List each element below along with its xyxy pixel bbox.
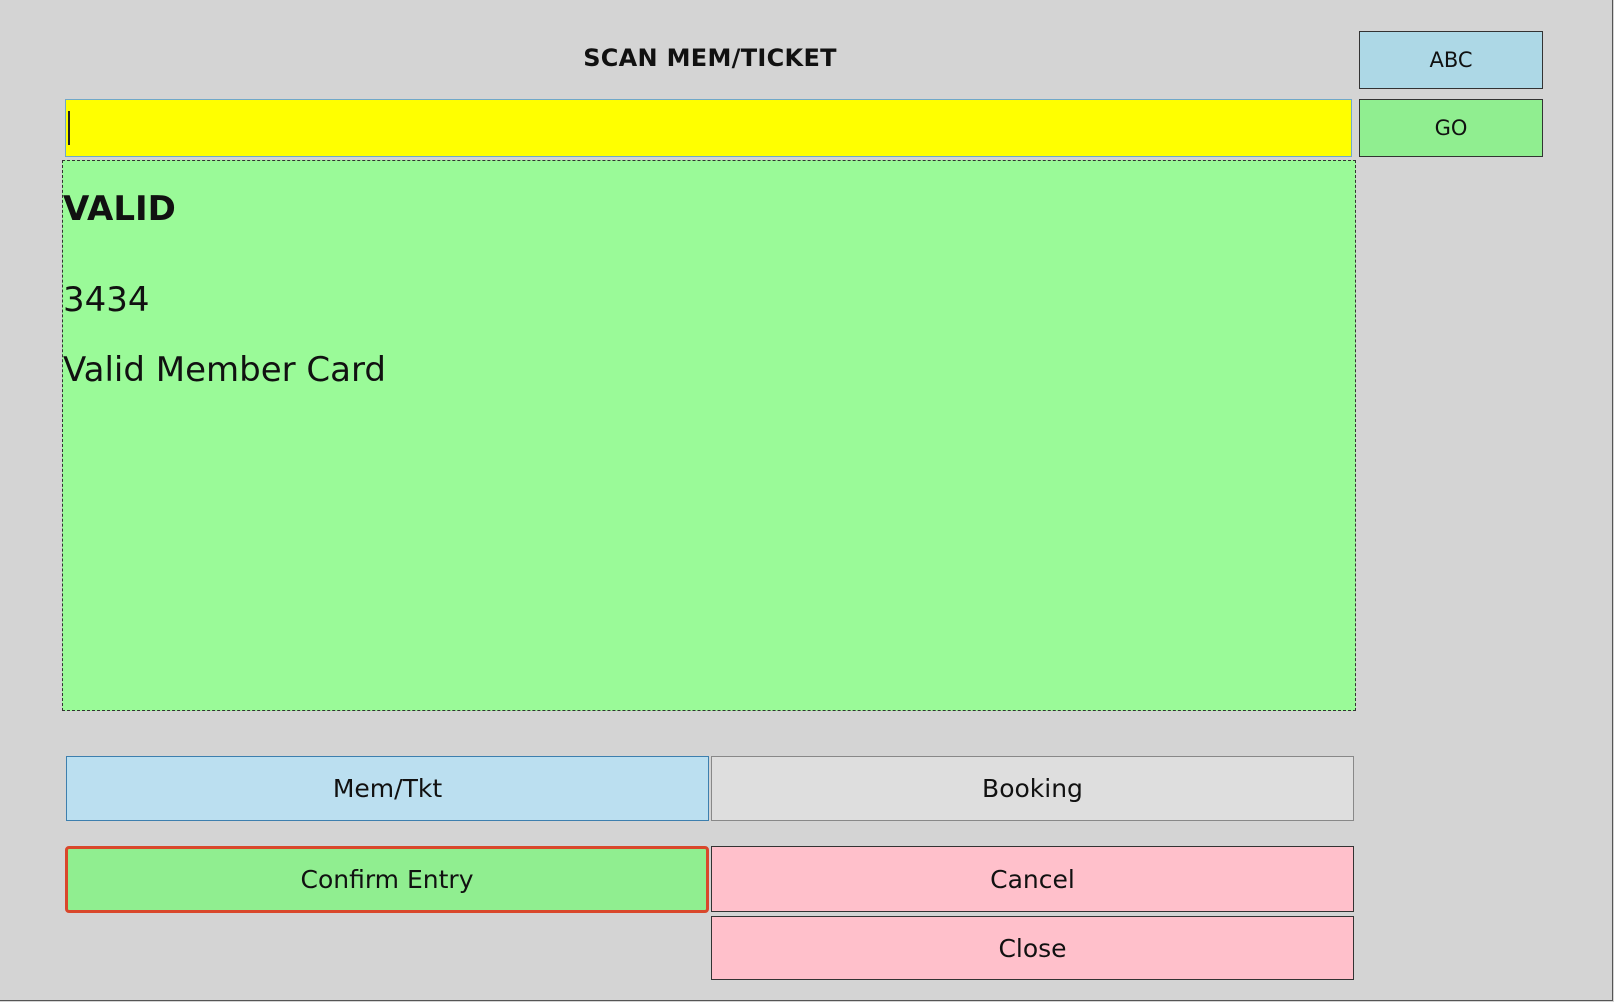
validation-message: Valid Member Card: [63, 350, 386, 390]
mem-tkt-button[interactable]: Mem/Tkt: [66, 756, 709, 821]
abc-keyboard-button[interactable]: ABC: [1359, 31, 1543, 89]
page-title: SCAN MEM/TICKET: [583, 44, 837, 72]
member-number: 3434: [63, 280, 150, 320]
close-button[interactable]: Close: [711, 916, 1354, 980]
validation-status: VALID: [63, 189, 176, 229]
result-panel: VALID 3434 Valid Member Card: [62, 160, 1356, 711]
go-button[interactable]: GO: [1359, 99, 1543, 157]
text-cursor: [68, 111, 70, 145]
cancel-button[interactable]: Cancel: [711, 846, 1354, 912]
scan-input[interactable]: [65, 99, 1352, 157]
booking-button[interactable]: Booking: [711, 756, 1354, 821]
confirm-entry-button[interactable]: Confirm Entry: [65, 846, 709, 913]
app-window: SCAN MEM/TICKET ABC GO VALID 3434 Valid …: [0, 0, 1613, 1001]
